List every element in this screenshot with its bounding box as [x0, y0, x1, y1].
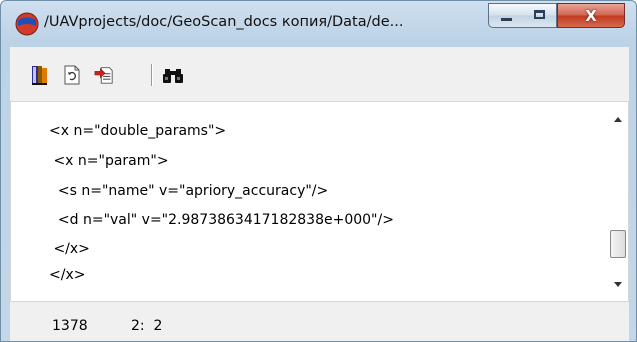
vertical-scrollbar[interactable] — [608, 102, 628, 301]
main-window: /UAVprojects/doc/GeoScan_docs копия/Data… — [0, 0, 637, 342]
xml-editor[interactable]: <x n="double_params"> <x n="param"> <s n… — [10, 101, 629, 302]
title-bar[interactable]: /UAVprojects/doc/GeoScan_docs копия/Data… — [1, 1, 636, 47]
code-line: </x> — [49, 241, 90, 257]
maximize-icon — [534, 10, 545, 19]
scroll-down-icon[interactable] — [614, 282, 622, 287]
code-line: <x n="double_params"> — [49, 123, 227, 139]
code-line: <s n="name" v="apriory_accuracy"/> — [49, 183, 329, 199]
code-line: </x> — [49, 267, 86, 283]
code-line: <x n="param"> — [49, 153, 169, 169]
status-bar: 1378 2: 2 — [10, 302, 629, 341]
app-logo-icon — [15, 12, 39, 36]
minimize-button[interactable] — [488, 3, 524, 28]
toolbar — [10, 47, 629, 101]
close-icon: X — [585, 6, 597, 25]
scrollbar-thumb[interactable] — [610, 230, 626, 258]
import-arrow-icon[interactable] — [94, 64, 114, 86]
close-button[interactable]: X — [557, 3, 625, 28]
binoculars-icon[interactable] — [162, 64, 184, 86]
refresh-page-icon[interactable] — [62, 64, 82, 86]
status-cursor-position: 2: 2 — [131, 318, 163, 334]
status-size: 1378 — [52, 318, 88, 334]
window-title: /UAVprojects/doc/GeoScan_docs копия/Data… — [44, 14, 404, 30]
book-icon[interactable] — [30, 64, 50, 86]
maximize-button[interactable] — [523, 3, 557, 28]
scroll-up-icon[interactable] — [614, 117, 622, 122]
minimize-icon — [501, 18, 512, 21]
toolbar-separator — [151, 64, 153, 86]
code-line: <d n="val" v="2.9873863417182838e+000"/> — [49, 212, 394, 228]
